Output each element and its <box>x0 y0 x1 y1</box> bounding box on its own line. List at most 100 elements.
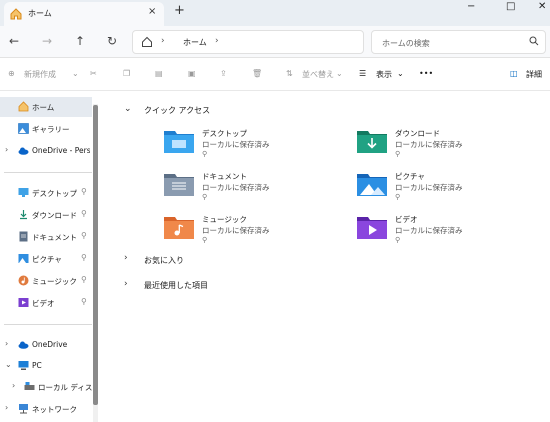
tab-title: ホーム <box>28 9 52 18</box>
folder-name: ピクチャ <box>395 172 425 181</box>
sidebar-item-desktop[interactable]: デスクトップ ⚲ <box>0 183 92 203</box>
new-tab-button[interactable]: + <box>174 3 185 18</box>
chevron-right-icon[interactable]: › <box>215 36 219 46</box>
view-icon[interactable]: ☰ <box>359 69 366 78</box>
sort-icon[interactable]: ⇅ <box>286 69 293 78</box>
chevron-right-icon[interactable]: › <box>124 279 128 289</box>
home-icon <box>10 8 22 20</box>
folder-downloads[interactable]: ダウンロード ローカルに保存済み ⚲ <box>357 128 537 168</box>
sidebar-item-music[interactable]: ミュージック ⚲ <box>0 271 92 291</box>
details-pane-icon[interactable]: ◫ <box>510 69 518 78</box>
rename-icon[interactable]: ▣ <box>188 69 196 78</box>
search-input[interactable]: ホームの検索 <box>371 30 546 54</box>
add-icon[interactable]: ⊕ <box>8 69 15 78</box>
pin-icon: ⚲ <box>81 275 87 284</box>
chevron-right-icon[interactable]: › <box>5 339 8 348</box>
tab-home[interactable]: ホーム × <box>4 2 164 26</box>
chevron-right-icon[interactable]: › <box>5 145 8 154</box>
copy-icon[interactable]: ❐ <box>123 69 130 78</box>
sidebar-scrollbar-thumb[interactable] <box>93 105 98 405</box>
chevron-down-icon[interactable]: ⌄ <box>5 360 12 369</box>
chevron-down-icon[interactable]: ⌄ <box>124 104 132 114</box>
sidebar-item-gallery[interactable]: ギャラリー <box>0 119 92 139</box>
folder-status: ローカルに保存済み <box>202 183 270 192</box>
network-icon <box>19 404 28 414</box>
favorites-header[interactable]: お気に入り <box>144 255 184 266</box>
more-options-button[interactable]: ••• <box>419 69 433 78</box>
chevron-right-icon[interactable]: › <box>12 381 15 390</box>
music-icon <box>18 275 29 286</box>
pin-icon: ⚲ <box>395 193 401 201</box>
folder-name: ミュージック <box>202 215 247 224</box>
details-button[interactable]: 詳細 <box>526 69 542 80</box>
forward-icon[interactable]: → <box>42 34 52 48</box>
sidebar-item-onedrive[interactable]: › OneDrive <box>0 335 92 355</box>
up-icon[interactable]: ↑ <box>75 34 85 48</box>
folder-status: ローカルに保存済み <box>395 140 463 149</box>
folder-music[interactable]: ミュージック ローカルに保存済み ⚲ <box>164 214 344 254</box>
sidebar-divider <box>4 172 92 173</box>
title-bar: ホーム × + − □ ✕ <box>0 0 550 26</box>
delete-icon[interactable]: 🗑 <box>252 69 262 78</box>
sidebar-item-label: OneDrive - Personal <box>32 146 90 155</box>
tab-close-button[interactable]: × <box>148 6 156 17</box>
document-icon <box>19 231 28 242</box>
disk-icon <box>24 382 35 390</box>
folder-status: ローカルに保存済み <box>202 226 270 235</box>
pin-icon: ⚲ <box>202 193 208 201</box>
search-placeholder: ホームの検索 <box>382 39 430 48</box>
desktop-folder-icon <box>164 131 194 153</box>
desktop-icon <box>18 188 29 197</box>
sidebar-item-label: OneDrive <box>32 340 68 349</box>
navigation-pane: ホーム ギャラリー › OneDrive - Personal デスクトップ ⚲… <box>0 92 100 422</box>
view-button[interactable]: 表示 <box>376 69 392 80</box>
folder-name: ドキュメント <box>202 172 247 181</box>
share-icon[interactable]: ⇪ <box>220 69 227 78</box>
folder-name: ダウンロード <box>395 129 440 138</box>
recent-header[interactable]: 最近使用した項目 <box>144 280 208 291</box>
home-outline-icon <box>142 36 152 47</box>
chevron-right-icon[interactable]: › <box>5 403 8 412</box>
pin-icon: ⚲ <box>81 209 87 218</box>
sidebar-item-onedrive-personal[interactable]: › OneDrive - Personal <box>0 141 92 161</box>
folder-documents[interactable]: ドキュメント ローカルに保存済み ⚲ <box>164 171 344 211</box>
chevron-down-icon[interactable]: ⌄ <box>336 69 343 78</box>
close-window-button[interactable]: ✕ <box>538 1 546 12</box>
new-button[interactable]: 新規作成 <box>24 69 56 80</box>
sidebar-item-network[interactable]: › ネットワーク <box>0 399 92 419</box>
folder-pictures[interactable]: ピクチャ ローカルに保存済み ⚲ <box>357 171 537 211</box>
documents-folder-icon <box>164 174 194 196</box>
sidebar-item-downloads[interactable]: ダウンロード ⚲ <box>0 205 92 225</box>
pictures-folder-icon <box>357 174 387 196</box>
chevron-right-icon[interactable]: › <box>124 253 128 263</box>
sidebar-item-local-disk[interactable]: › ローカル ディスク <box>0 377 92 397</box>
breadcrumb-home[interactable]: ホーム <box>183 37 207 48</box>
sidebar-item-documents[interactable]: ドキュメント ⚲ <box>0 227 92 247</box>
downloads-folder-icon <box>357 131 387 153</box>
pin-icon: ⚲ <box>202 150 208 158</box>
folder-desktop[interactable]: デスクトップ ローカルに保存済み ⚲ <box>164 128 344 168</box>
sort-button[interactable]: 並べ替え <box>302 69 334 80</box>
address-bar[interactable]: › ホーム › <box>132 30 364 54</box>
folder-name: デスクトップ <box>202 129 247 138</box>
cut-icon[interactable]: ✂ <box>90 69 97 78</box>
maximize-button[interactable]: □ <box>506 1 515 12</box>
sidebar-item-pictures[interactable]: ピクチャ ⚲ <box>0 249 92 269</box>
pictures-icon <box>18 254 29 263</box>
pc-icon <box>18 361 29 370</box>
refresh-icon[interactable]: ↻ <box>107 34 117 48</box>
pin-icon: ⚲ <box>395 236 401 244</box>
chevron-down-icon[interactable]: ⌄ <box>72 69 79 78</box>
pin-icon: ⚲ <box>81 297 87 306</box>
sidebar-item-label: PC <box>32 361 42 370</box>
sidebar-item-videos[interactable]: ビデオ ⚲ <box>0 293 92 313</box>
back-icon[interactable]: ← <box>9 34 19 48</box>
chevron-right-icon[interactable]: › <box>161 36 165 46</box>
sidebar-item-pc[interactable]: ⌄ PC <box>0 356 92 376</box>
quick-access-header[interactable]: クイック アクセス <box>144 105 210 116</box>
paste-icon[interactable]: ▤ <box>155 69 163 78</box>
sidebar-item-home[interactable]: ホーム <box>0 97 92 117</box>
minimize-button[interactable]: − <box>467 1 475 12</box>
folder-videos[interactable]: ビデオ ローカルに保存済み ⚲ <box>357 214 537 254</box>
chevron-down-icon[interactable]: ⌄ <box>397 69 404 78</box>
